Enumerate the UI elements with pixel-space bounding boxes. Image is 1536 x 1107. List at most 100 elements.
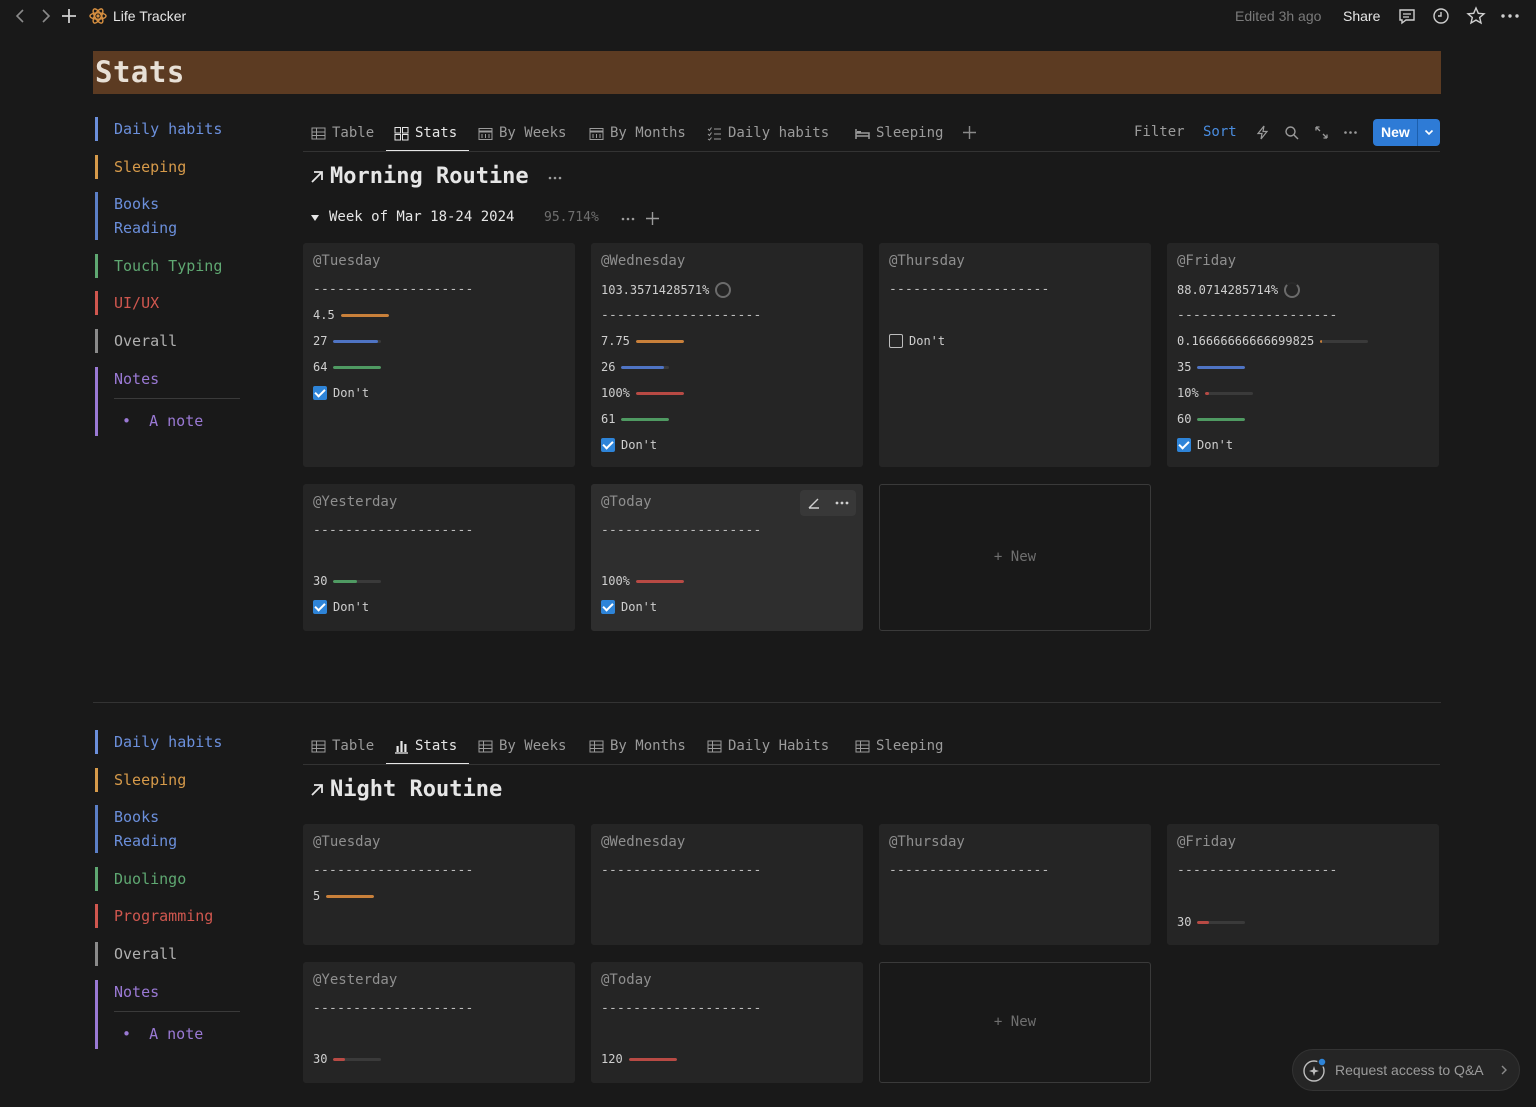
section-title-night[interactable]: Night Routine — [330, 777, 502, 802]
stat-row: 61 — [601, 411, 670, 427]
checkbox[interactable] — [601, 438, 615, 452]
more-icon[interactable] — [547, 170, 563, 186]
progress-bar — [333, 365, 382, 369]
card-friday[interactable]: @Friday 88.0714285714% -----------------… — [1167, 243, 1439, 467]
tab-by-weeks[interactable]: By Weeks — [478, 121, 566, 145]
progress-bar — [635, 579, 684, 583]
tab-by-months[interactable]: By Months — [589, 121, 686, 145]
dont-checkbox-row[interactable]: Don't — [601, 599, 657, 615]
card-today[interactable]: @Today -------------------- 100% Don't — [591, 484, 863, 631]
share-button[interactable]: Share — [1343, 6, 1380, 26]
nav-note-item[interactable]: • A note — [122, 1025, 203, 1043]
nav-overall[interactable]: Overall — [95, 329, 177, 353]
tab-daily-habits[interactable]: Daily Habits — [707, 734, 829, 758]
card-yesterday[interactable]: @Yesterday -------------------- 30 — [303, 962, 575, 1083]
back-icon[interactable] — [10, 5, 32, 27]
nav-programming[interactable]: Programming — [95, 904, 213, 928]
card-thursday[interactable]: @Thursday -------------------- Don't — [879, 243, 1151, 467]
card-title: @Yesterday — [313, 972, 398, 988]
new-card-button[interactable]: + New — [879, 962, 1151, 1083]
checkbox[interactable] — [601, 600, 615, 614]
comment-icon[interactable] — [1396, 5, 1418, 27]
nav-books-reading[interactable]: Books Reading — [95, 805, 177, 853]
card-edit-button[interactable] — [800, 490, 828, 516]
star-icon[interactable] — [1465, 5, 1487, 27]
new-card-button[interactable]: + New — [879, 484, 1151, 631]
card-more-button[interactable] — [828, 490, 856, 516]
dont-checkbox-row[interactable]: Don't — [601, 437, 657, 453]
nav-touch-typing[interactable]: Touch Typing — [95, 254, 222, 278]
dont-checkbox-row[interactable]: Don't — [313, 599, 369, 615]
search-icon[interactable] — [1284, 125, 1299, 140]
group-label: Week of Mar 18-24 2024 — [329, 209, 515, 225]
chevron-down-icon[interactable] — [1423, 126, 1435, 138]
table-icon — [478, 740, 493, 752]
stat-row: 35 — [1177, 359, 1246, 375]
page-title: Stats — [95, 55, 185, 89]
card-tuesday[interactable]: @Tuesday -------------------- 5 — [303, 824, 575, 945]
dont-checkbox-row[interactable]: Don't — [313, 385, 369, 401]
forward-icon[interactable] — [34, 5, 56, 27]
card-wednesday[interactable]: @Wednesday 103.3571428571% -------------… — [591, 243, 863, 467]
tab-by-months[interactable]: By Months — [589, 734, 686, 758]
progress-bar — [340, 313, 389, 317]
tab-table[interactable]: Table — [311, 734, 374, 758]
checkbox[interactable] — [313, 600, 327, 614]
add-view-icon[interactable] — [962, 125, 977, 140]
tab-sleeping[interactable]: Sleeping — [855, 734, 943, 758]
checkbox-label: Don't — [621, 600, 658, 614]
checkbox[interactable] — [313, 386, 327, 400]
card-yesterday[interactable]: @Yesterday -------------------- 30 Don't — [303, 484, 575, 631]
tab-sleeping[interactable]: Sleeping — [855, 121, 943, 145]
add-icon[interactable] — [58, 5, 80, 27]
checkbox[interactable] — [1177, 438, 1191, 452]
clock-icon[interactable] — [1430, 5, 1452, 27]
nav-overall[interactable]: Overall — [95, 942, 177, 966]
nav-sleeping[interactable]: Sleeping — [95, 768, 186, 792]
nav-label: Notes — [114, 983, 160, 1001]
view-tabs-bottom: Table Stats By Weeks By Months Daily Hab… — [0, 734, 1536, 758]
dont-checkbox-row[interactable]: Don't — [889, 333, 945, 349]
card-tuesday[interactable]: @Tuesday -------------------- 4.5 27 64 … — [303, 243, 575, 467]
stat-value: 64 — [313, 360, 328, 374]
tab-stats[interactable]: Stats — [394, 121, 457, 145]
nav-sleeping[interactable]: Sleeping — [95, 155, 186, 179]
add-icon[interactable] — [645, 211, 660, 226]
lightning-icon[interactable] — [1255, 125, 1270, 140]
progress-bar — [1320, 339, 1369, 343]
tab-by-weeks[interactable]: By Weeks — [478, 734, 566, 758]
group-percent: 95.714% — [544, 210, 599, 225]
caret-down-icon[interactable] — [310, 213, 320, 223]
more-icon[interactable] — [1343, 125, 1358, 140]
nav-duolingo[interactable]: Duolingo — [95, 867, 186, 891]
bed-icon — [855, 128, 870, 139]
more-icon[interactable] — [620, 211, 636, 227]
card-today[interactable]: @Today -------------------- 120 — [591, 962, 863, 1083]
expand-icon[interactable] — [1314, 125, 1329, 140]
nav-ui-ux[interactable]: UI/UX — [95, 291, 159, 315]
stat-value: 26 — [601, 360, 616, 374]
tab-table[interactable]: Table — [311, 121, 374, 145]
new-card-label: + New — [993, 1014, 1037, 1030]
more-icon[interactable] — [1499, 5, 1521, 27]
nav-note-item[interactable]: • A note — [122, 412, 203, 430]
tab-label: By Months — [610, 738, 686, 754]
card-thursday[interactable]: @Thursday -------------------- — [879, 824, 1151, 945]
checkbox[interactable] — [889, 334, 903, 348]
page-breadcrumb[interactable]: Life Tracker — [113, 6, 186, 26]
card-wednesday[interactable]: @Wednesday -------------------- — [591, 824, 863, 945]
filter-button[interactable]: Filter — [1134, 124, 1185, 140]
sort-button[interactable]: Sort — [1203, 124, 1237, 140]
dont-checkbox-row[interactable]: Don't — [1177, 437, 1233, 453]
progress-ring-icon — [1284, 282, 1301, 298]
tab-stats[interactable]: Stats — [394, 734, 457, 758]
nav-label: Notes — [114, 370, 160, 388]
card-friday[interactable]: @Friday -------------------- 30 — [1167, 824, 1439, 945]
new-button[interactable]: New — [1373, 119, 1440, 146]
section-title-morning[interactable]: Morning Routine — [330, 164, 529, 189]
nav-books-reading[interactable]: Books Reading — [95, 192, 177, 240]
stat-row: 30 — [313, 1051, 382, 1067]
stat-row: 100% — [601, 385, 684, 401]
tab-daily-habits[interactable]: Daily habits — [707, 121, 829, 145]
qa-access-button[interactable]: Request access to Q&A — [1292, 1049, 1520, 1091]
